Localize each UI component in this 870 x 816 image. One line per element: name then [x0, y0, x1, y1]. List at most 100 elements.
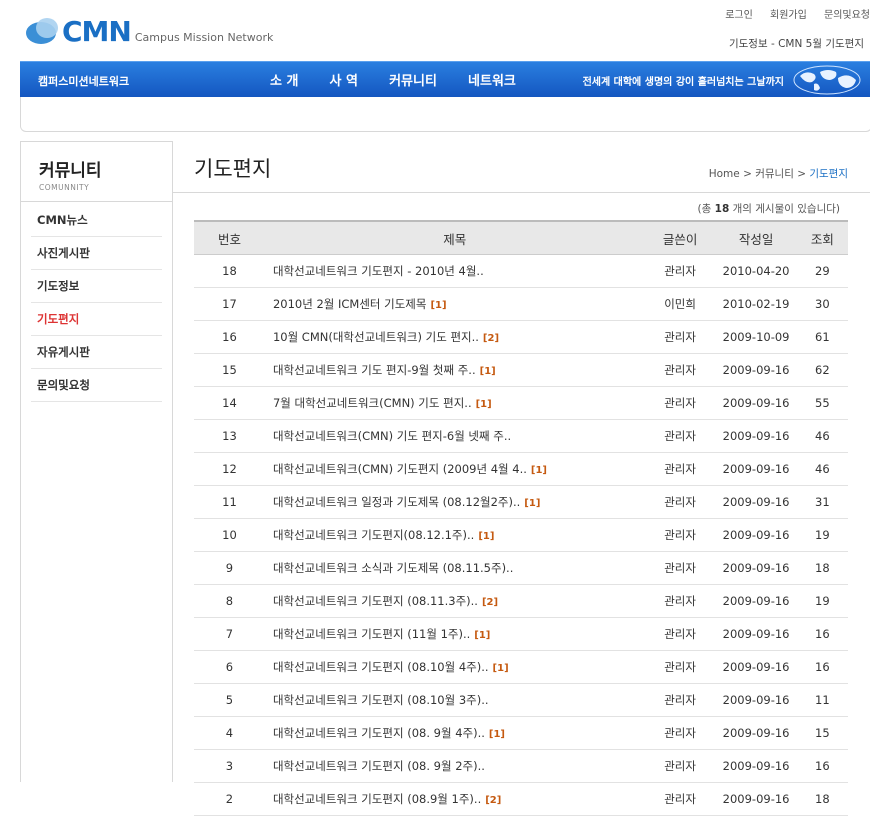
column-header-writer: 글쓴이 [644, 220, 716, 255]
post-title-link[interactable]: 대학선교네트워크 기도편지 (08.10월 4주).. [273, 660, 489, 674]
cell-hits: 16 [796, 650, 848, 684]
breadcrumb-separator: > [793, 168, 810, 180]
post-title-link[interactable]: 대학선교네트워크(CMN) 기도 편지-6월 넷째 주.. [273, 429, 511, 443]
sidebar-item-inquiry[interactable]: 문의및요청 [31, 369, 162, 402]
sidebar-item-cmn-news[interactable]: CMN뉴스 [31, 204, 162, 237]
cell-title[interactable]: 대학선교네트워크 기도 편지-9월 첫째 주.. [1] [264, 353, 645, 387]
nav-item-community[interactable]: 커뮤니티 [389, 74, 437, 89]
table-row[interactable]: 2 대학선교네트워크 기도편지 (08.9월 1주).. [2] 관리자 2009-09… [194, 782, 848, 816]
cell-title[interactable]: 10월 CMN(대학선교네트워크) 기도 편지.. [2] [264, 320, 645, 354]
cell-writer: 관리자 [644, 353, 716, 387]
table-header-row: 번호 제목 글쓴이 작성일 조회 [194, 220, 848, 255]
login-link[interactable]: 로그인 [725, 10, 753, 21]
nav-brand[interactable]: 캠퍼스미션네트워크 [38, 73, 129, 89]
cell-hits: 62 [796, 353, 848, 387]
top-links: 로그인 회원가입 문의및요청 [711, 6, 870, 21]
cell-number: 15 [194, 353, 265, 387]
cell-title[interactable]: 대학선교네트워크 기도편지 (08. 9월 2주).. [264, 749, 645, 783]
cell-date: 2009-10-09 [715, 320, 797, 354]
sidebar-header: 커뮤니티 COMUNNITY [21, 142, 172, 202]
cell-date: 2010-04-20 [715, 254, 797, 288]
table-row[interactable]: 18 대학선교네트워크 기도편지 - 2010년 4월.. 관리자 2010-04-2… [194, 254, 848, 288]
post-title-link[interactable]: 대학선교네트워크 기도편지 (08.11.3주).. [273, 594, 478, 608]
table-row[interactable]: 14 7월 대학선교네트워크(CMN) 기도 편지.. [1] 관리자 2009-09-… [194, 386, 848, 420]
cell-writer: 관리자 [644, 749, 716, 783]
post-title-link[interactable]: 대학선교네트워크 기도편지 (08.10월 3주).. [273, 693, 489, 707]
post-title-link[interactable]: 대학선교네트워크 기도편지(08.12.1주).. [273, 528, 474, 542]
cell-date: 2009-09-16 [715, 749, 797, 783]
nav-item-network[interactable]: 네트워크 [468, 74, 516, 89]
nav-item-about[interactable]: 소 개 [270, 74, 298, 89]
post-title-link[interactable]: 대학선교네트워크(CMN) 기도편지 (2009년 4월 4.. [273, 462, 527, 476]
cell-title[interactable]: 대학선교네트워크 일정과 기도제목 (08.12월2주).. [1] [264, 485, 645, 519]
breadcrumb-home[interactable]: Home [709, 168, 740, 180]
table-row[interactable]: 5 대학선교네트워크 기도편지 (08.10월 3주).. 관리자 2009-09-1… [194, 683, 848, 717]
table-row[interactable]: 3 대학선교네트워크 기도편지 (08. 9월 2주).. 관리자 2009-09-1… [194, 749, 848, 783]
post-title-link[interactable]: 대학선교네트워크 기도편지 (11월 1주).. [273, 627, 470, 641]
cell-title[interactable]: 대학선교네트워크 소식과 기도제목 (08.11.5주).. [264, 551, 645, 585]
nav-item-ministry[interactable]: 사 역 [330, 74, 358, 89]
sidebar-item-photo-board[interactable]: 사진게시판 [31, 237, 162, 270]
logo-text: CMN [62, 15, 132, 48]
cell-title[interactable]: 대학선교네트워크 기도편지 (08.10월 4주).. [1] [264, 650, 645, 684]
cell-title[interactable]: 대학선교네트워크(CMN) 기도편지 (2009년 4월 4.. [1] [264, 452, 645, 486]
table-row[interactable]: 13 대학선교네트워크(CMN) 기도 편지-6월 넷째 주.. 관리자 2009-0… [194, 419, 848, 453]
table-row[interactable]: 12 대학선교네트워크(CMN) 기도편지 (2009년 4월 4.. [1] 관리자… [194, 452, 848, 486]
table-row[interactable]: 4 대학선교네트워크 기도편지 (08. 9월 4주).. [1] 관리자 2009-0… [194, 716, 848, 750]
table-row[interactable]: 10 대학선교네트워크 기도편지(08.12.1주).. [1] 관리자 2009-09… [194, 518, 848, 552]
sidebar: 커뮤니티 COMUNNITY CMN뉴스 사진게시판 기도정보 기도편지 자유게… [20, 141, 173, 782]
post-title-link[interactable]: 대학선교네트워크 기도편지 (08. 9월 2주).. [273, 759, 485, 773]
signup-link[interactable]: 회원가입 [770, 10, 807, 21]
sidebar-item-prayer-info[interactable]: 기도정보 [31, 270, 162, 303]
table-row[interactable]: 6 대학선교네트워크 기도편지 (08.10월 4주).. [1] 관리자 2009-0… [194, 650, 848, 684]
cell-date: 2009-09-16 [715, 419, 797, 453]
cell-writer: 관리자 [644, 254, 716, 288]
comment-count: [1] [530, 465, 548, 476]
breadcrumb-community[interactable]: 커뮤니티 [755, 168, 794, 180]
cell-title[interactable]: 대학선교네트워크 기도편지 (08.10월 3주).. [264, 683, 645, 717]
post-title-link[interactable]: 대학선교네트워크 기도 편지-9월 첫째 주.. [273, 363, 476, 377]
post-title-link[interactable]: 대학선교네트워크 소식과 기도제목 (08.11.5주).. [273, 561, 513, 575]
cell-title[interactable]: 대학선교네트워크 기도편지 - 2010년 4월.. [264, 254, 645, 288]
cell-title[interactable]: 대학선교네트워크 기도편지 (08.9월 1주).. [2] [264, 782, 645, 816]
table-row[interactable]: 15 대학선교네트워크 기도 편지-9월 첫째 주.. [1] 관리자 2009-09-… [194, 353, 848, 387]
table-row[interactable]: 17 2010년 2월 ICM센터 기도제목 [1] 이민희 2010-02-19 30 [194, 287, 848, 321]
table-row[interactable]: 16 10월 CMN(대학선교네트워크) 기도 편지.. [2] 관리자 2009-10… [194, 320, 848, 354]
post-title-link[interactable]: 7월 대학선교네트워크(CMN) 기도 편지.. [273, 396, 472, 410]
column-header-number: 번호 [194, 220, 265, 255]
table-row[interactable]: 7 대학선교네트워크 기도편지 (11월 1주).. [1] 관리자 2009-09-1… [194, 617, 848, 651]
cell-hits: 19 [796, 584, 848, 618]
board-body: 18 대학선교네트워크 기도편지 - 2010년 4월.. 관리자 2010-04-2… [194, 254, 848, 816]
table-row[interactable]: 9 대학선교네트워크 소식과 기도제목 (08.11.5주).. 관리자 2009-0… [194, 551, 848, 585]
cell-title[interactable]: 대학선교네트워크 기도편지 (11월 1주).. [1] [264, 617, 645, 651]
cell-hits: 19 [796, 518, 848, 552]
cell-title[interactable]: 대학선교네트워크 기도편지 (08. 9월 4주).. [1] [264, 716, 645, 750]
cell-title[interactable]: 2010년 2월 ICM센터 기도제목 [1] [264, 287, 645, 321]
post-title-link[interactable]: 대학선교네트워크 기도편지 (08.9월 1주).. [273, 792, 481, 806]
sidebar-item-free-board[interactable]: 자유게시판 [31, 336, 162, 369]
cell-title[interactable]: 7월 대학선교네트워크(CMN) 기도 편지.. [1] [264, 386, 645, 420]
cell-title[interactable]: 대학선교네트워크 기도편지 (08.11.3주).. [2] [264, 584, 645, 618]
cell-title[interactable]: 대학선교네트워크 기도편지(08.12.1주).. [1] [264, 518, 645, 552]
cell-number: 5 [194, 683, 265, 717]
cell-writer: 관리자 [644, 452, 716, 486]
comment-count: [1] [478, 531, 495, 542]
post-title-link[interactable]: 대학선교네트워크 기도편지 - 2010년 4월.. [273, 264, 484, 278]
cell-date: 2009-09-16 [715, 518, 797, 552]
table-row[interactable]: 11 대학선교네트워크 일정과 기도제목 (08.12월2주).. [1] 관리자 20… [194, 485, 848, 519]
table-row[interactable]: 8 대학선교네트워크 기도편지 (08.11.3주).. [2] 관리자 2009-09… [194, 584, 848, 618]
comment-count: [1] [474, 630, 491, 641]
cell-number: 8 [194, 584, 265, 618]
post-title-link[interactable]: 10월 CMN(대학선교네트워크) 기도 편지.. [273, 330, 479, 344]
cell-date: 2009-09-16 [715, 584, 797, 618]
post-count-prefix: (총 [697, 203, 715, 215]
post-title-link[interactable]: 대학선교네트워크 기도편지 (08. 9월 4주).. [273, 726, 485, 740]
site-logo[interactable]: CMN Campus Mission Network [26, 16, 273, 46]
post-title-link[interactable]: 대학선교네트워크 일정과 기도제목 (08.12월2주).. [273, 495, 520, 509]
post-title-link[interactable]: 2010년 2월 ICM센터 기도제목 [273, 297, 427, 311]
contact-link[interactable]: 문의및요청 [824, 10, 870, 21]
cell-number: 16 [194, 320, 265, 354]
cell-number: 11 [194, 485, 265, 519]
sidebar-item-prayer-letter[interactable]: 기도편지 [31, 303, 162, 336]
cell-title[interactable]: 대학선교네트워크(CMN) 기도 편지-6월 넷째 주.. [264, 419, 645, 453]
